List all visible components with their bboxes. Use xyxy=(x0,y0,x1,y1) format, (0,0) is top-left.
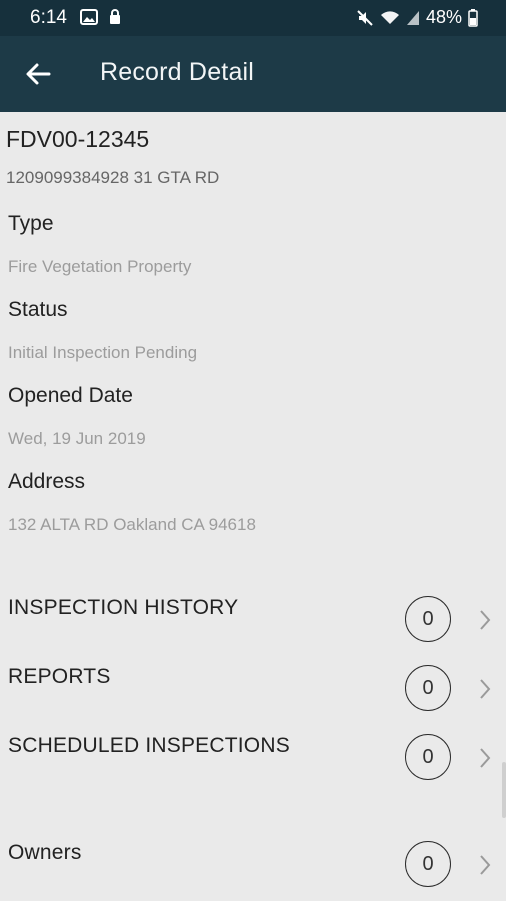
battery-level: 48% xyxy=(425,7,462,27)
battery-icon xyxy=(468,8,478,27)
type-value: Fire Vegetation Property xyxy=(8,257,192,276)
page-title: Record Detail xyxy=(100,58,255,86)
record-id: FDV00-12345 xyxy=(6,126,150,152)
back-button[interactable] xyxy=(22,58,54,90)
chevron-right-icon xyxy=(480,748,491,768)
status-time: 6:14 xyxy=(30,7,67,28)
status-icons: 48% xyxy=(356,7,478,28)
status-value: Initial Inspection Pending xyxy=(8,343,198,362)
section-row-reports[interactable]: REPORTS 0 xyxy=(0,665,506,725)
scroll-indicator xyxy=(502,762,506,818)
app-bar: Record Detail xyxy=(0,36,506,112)
opened-date-label: Opened Date xyxy=(8,384,133,407)
section-label: SCHEDULED INSPECTIONS xyxy=(8,734,290,757)
status-label: Status xyxy=(8,298,68,321)
lock-icon xyxy=(109,9,121,30)
type-label: Type xyxy=(8,212,54,235)
signal-icon xyxy=(406,10,420,26)
section-row-owners[interactable]: Owners 0 xyxy=(0,841,506,901)
section-label: REPORTS xyxy=(8,665,111,688)
count-badge: 0 xyxy=(405,596,451,642)
record-subtitle: 1209099384928 31 GTA RD xyxy=(6,168,220,187)
address-value: 132 ALTA RD Oakland CA 94618 xyxy=(8,515,256,534)
section-row-scheduled-inspections[interactable]: SCHEDULED INSPECTIONS 0 xyxy=(0,734,506,794)
mute-icon xyxy=(356,9,374,27)
opened-date-value: Wed, 19 Jun 2019 xyxy=(8,429,146,448)
section-label: INSPECTION HISTORY xyxy=(8,596,239,619)
section-label: Owners xyxy=(8,841,82,864)
count-badge: 0 xyxy=(405,665,451,711)
count-badge: 0 xyxy=(405,734,451,780)
chevron-right-icon xyxy=(480,679,491,699)
gallery-icon xyxy=(80,9,98,30)
chevron-right-icon xyxy=(480,855,491,875)
count-badge: 0 xyxy=(405,841,451,887)
back-arrow-icon xyxy=(26,63,51,85)
address-label: Address xyxy=(8,470,86,493)
wifi-icon xyxy=(380,10,400,26)
chevron-right-icon xyxy=(480,610,491,630)
status-bar: 6:14 48% xyxy=(0,0,506,36)
section-row-inspection-history[interactable]: INSPECTION HISTORY 0 xyxy=(0,596,506,656)
